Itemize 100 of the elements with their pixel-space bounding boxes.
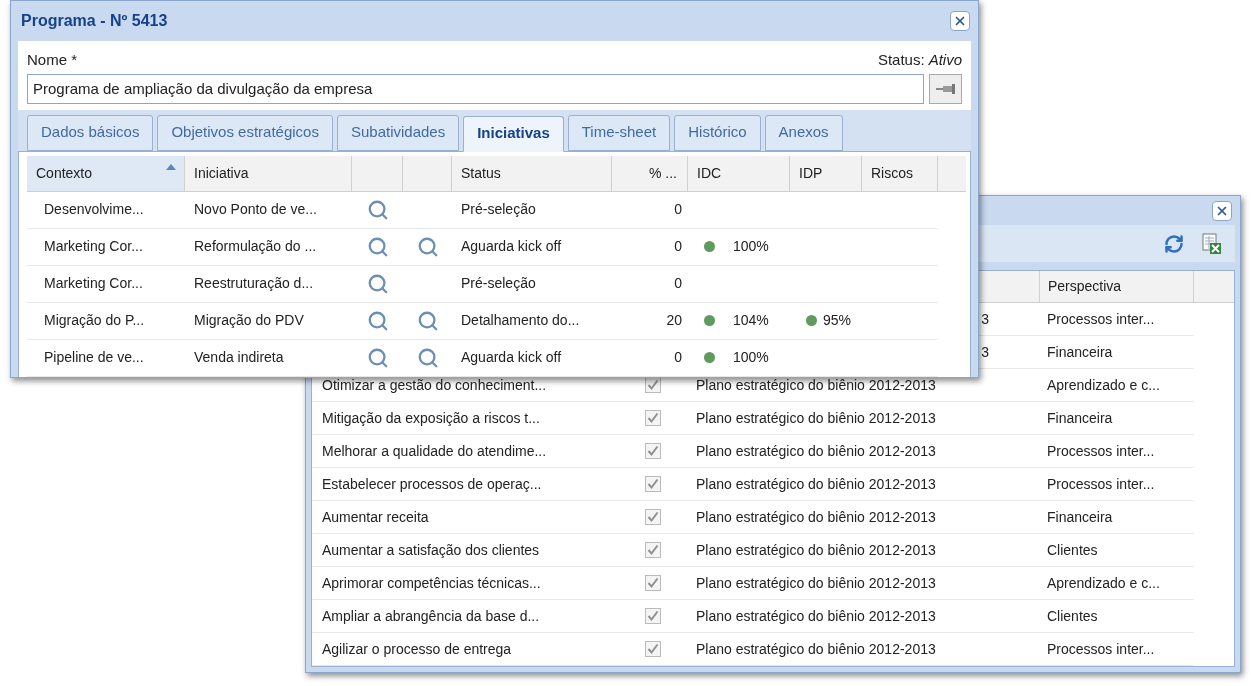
- table-cell: Venda indireta: [194, 349, 284, 365]
- table-cell: Processos inter...: [1047, 442, 1155, 459]
- table-cell: Melhorar a qualidade do atendime...: [322, 442, 547, 459]
- checkmark-icon: [647, 379, 659, 391]
- table-cell: Processos inter...: [1047, 310, 1155, 327]
- tab[interactable]: Dados básicos: [27, 114, 154, 151]
- checkmark-icon: [647, 577, 659, 589]
- table-cell-text: 100%: [733, 348, 769, 367]
- magnifier-icon[interactable]: [416, 235, 439, 258]
- status-value: Ativo: [928, 50, 962, 70]
- table-cell-text: Plano estratégico do biênio 2012-2013: [696, 606, 936, 626]
- table-cell: Aprendizado e c...: [1047, 574, 1160, 591]
- close-button[interactable]: [950, 11, 970, 31]
- table-cell: Processos inter...: [1047, 475, 1155, 492]
- table-cell: Financeira: [1047, 343, 1113, 360]
- table-cell: Desenvolvime...: [44, 201, 144, 217]
- checkmark-icon: [647, 610, 659, 622]
- sort-arrow-icon: [166, 163, 176, 170]
- magnifier-icon[interactable]: [366, 235, 389, 258]
- table-cell-text: 0: [674, 237, 682, 256]
- table-cell-text: Plano estratégico do biênio 2012-2013: [696, 639, 936, 659]
- table-cell: Marketing Cor...: [44, 238, 143, 254]
- table-cell: Estabelecer processos de operaç...: [322, 475, 542, 492]
- table-cell: Mitigação da exposição a riscos t...: [322, 409, 540, 426]
- column-header[interactable]: % ...: [612, 155, 688, 191]
- table-cell-text: 3: [981, 342, 989, 362]
- tab[interactable]: Histórico: [674, 114, 761, 151]
- refresh-icon: [1164, 233, 1184, 254]
- column-header[interactable]: Status: [452, 155, 612, 191]
- pin-button[interactable]: [929, 73, 962, 104]
- magnifier-icon[interactable]: [416, 346, 439, 369]
- name-input[interactable]: Programa de ampliação da divulgação da empresa: [27, 73, 924, 104]
- tab[interactable]: Subatividades: [336, 114, 460, 151]
- checkmark-icon: [647, 445, 659, 457]
- table-cell: Processos inter...: [1047, 640, 1155, 657]
- table-cell-text: 20: [666, 311, 682, 330]
- pin-icon: [934, 82, 957, 95]
- magnifier-icon[interactable]: [366, 272, 389, 295]
- table-cell-text: 104%: [733, 311, 769, 330]
- magnifier-icon[interactable]: [366, 346, 389, 369]
- table-cell: Reformulação do ...: [194, 238, 317, 254]
- table-cell: Aprendizado e c...: [1047, 376, 1160, 393]
- table-cell-text: Plano estratégico do biênio 2012-2013: [696, 375, 936, 395]
- table-cell: Detalhamento do...: [461, 312, 580, 328]
- table-cell: Clientes: [1047, 541, 1098, 558]
- table-cell: Ampliar a abrangência da base d...: [322, 607, 540, 624]
- table-cell: Agilizar o processo de entrega: [322, 640, 512, 657]
- table-cell: Aprimorar competências técnicas...: [322, 574, 541, 591]
- table-cell: Aumentar receita: [322, 508, 429, 525]
- column-header[interactable]: Contexto: [27, 155, 185, 191]
- window-title: Programa - Nº 5413: [21, 11, 168, 31]
- checkmark-icon: [647, 478, 659, 490]
- table-cell-text: 0: [674, 200, 682, 219]
- table-cell-text: 3: [981, 309, 989, 329]
- tab[interactable]: Objetivos estratégicos: [157, 114, 333, 151]
- table-cell: Aguarda kick off: [461, 238, 562, 254]
- table-cell-text: 0: [674, 348, 682, 367]
- table-cell: Migração do P...: [44, 312, 145, 328]
- checkmark-icon: [647, 511, 659, 523]
- table-cell: Aguarda kick off: [461, 349, 562, 365]
- magnifier-icon[interactable]: [366, 198, 389, 221]
- column-header[interactable]: IDC: [688, 155, 790, 191]
- tab[interactable]: Iniciativas: [463, 115, 564, 152]
- checkmark-icon: [647, 412, 659, 424]
- table-cell: Migração do PDV: [194, 312, 304, 328]
- table-cell: Pré-seleção: [461, 275, 536, 291]
- close-icon: [953, 14, 967, 28]
- table-cell-text: Plano estratégico do biênio 2012-2013: [696, 507, 936, 527]
- table-cell-text: 100%: [733, 237, 769, 256]
- magnifier-icon[interactable]: [366, 309, 389, 332]
- column-header[interactable]: IDP: [790, 155, 862, 191]
- column-header[interactable]: Iniciativa: [185, 155, 352, 191]
- column-header[interactable]: Perspectiva: [1039, 271, 1194, 302]
- table-cell-text: Plano estratégico do biênio 2012-2013: [696, 474, 936, 494]
- status-label: Status:: [877, 50, 925, 70]
- table-cell-text: Plano estratégico do biênio 2012-2013: [696, 408, 936, 428]
- close-button[interactable]: [1212, 200, 1232, 221]
- column-header[interactable]: Riscos: [862, 155, 938, 191]
- table-cell-text: Plano estratégico do biênio 2012-2013: [696, 573, 936, 593]
- table-cell: Marketing Cor...: [44, 275, 143, 291]
- table-cell-text: 95%: [823, 311, 852, 330]
- tab[interactable]: Anexos: [764, 114, 843, 151]
- checkmark-icon: [647, 544, 659, 556]
- spreadsheet-icon: [1202, 232, 1222, 255]
- table-cell: Pipeline de ve...: [44, 349, 144, 365]
- table-cell: Reestruturação d...: [194, 275, 314, 291]
- table-cell: Pré-seleção: [461, 201, 536, 217]
- tab[interactable]: Time-sheet: [567, 114, 671, 151]
- table-cell: Novo Ponto de ve...: [194, 201, 317, 217]
- checkmark-icon: [647, 643, 659, 655]
- table-cell-text: Plano estratégico do biênio 2012-2013: [696, 441, 936, 461]
- table-cell: Otimizar a gestão do conheciment...: [322, 376, 547, 393]
- table-cell-text: Plano estratégico do biênio 2012-2013: [696, 540, 936, 560]
- table-cell: Aumentar a satisfação dos clientes: [322, 541, 540, 558]
- table-cell: Financeira: [1047, 409, 1113, 426]
- magnifier-icon[interactable]: [416, 309, 439, 332]
- table-cell-text: 0: [674, 274, 682, 293]
- field-label: Nome *: [27, 50, 78, 70]
- table-cell: Clientes: [1047, 607, 1098, 624]
- table-cell: Financeira: [1047, 508, 1113, 525]
